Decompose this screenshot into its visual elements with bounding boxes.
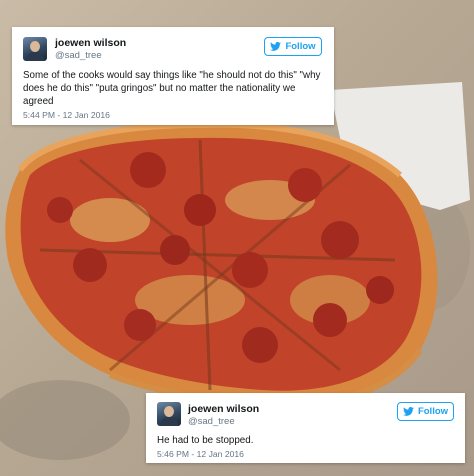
follow-label: Follow xyxy=(285,41,316,52)
tweet-card: joewen wilson @sad_tree Follow Some of t… xyxy=(12,27,334,125)
follow-button[interactable]: Follow xyxy=(397,402,454,421)
twitter-bird-icon xyxy=(403,407,414,416)
avatar[interactable] xyxy=(157,402,181,426)
follow-button[interactable]: Follow xyxy=(264,37,322,56)
display-name[interactable]: joewen wilson xyxy=(55,37,126,49)
tweet-text: He had to be stopped. xyxy=(157,435,254,446)
user-handle[interactable]: @sad_tree xyxy=(55,50,102,61)
follow-label: Follow xyxy=(417,406,449,417)
tweet-timestamp[interactable]: 5:44 PM - 12 Jan 2016 xyxy=(23,110,110,120)
twitter-bird-icon xyxy=(270,42,282,51)
avatar[interactable] xyxy=(23,37,47,61)
display-name[interactable]: joewen wilson xyxy=(188,403,259,415)
tweet-text: Some of the cooks would say things like … xyxy=(23,70,321,107)
user-handle[interactable]: @sad_tree xyxy=(188,416,235,427)
tweet-card: joewen wilson @sad_tree Follow He had to… xyxy=(146,393,465,463)
tweet-timestamp[interactable]: 5:46 PM - 12 Jan 2016 xyxy=(157,449,244,459)
